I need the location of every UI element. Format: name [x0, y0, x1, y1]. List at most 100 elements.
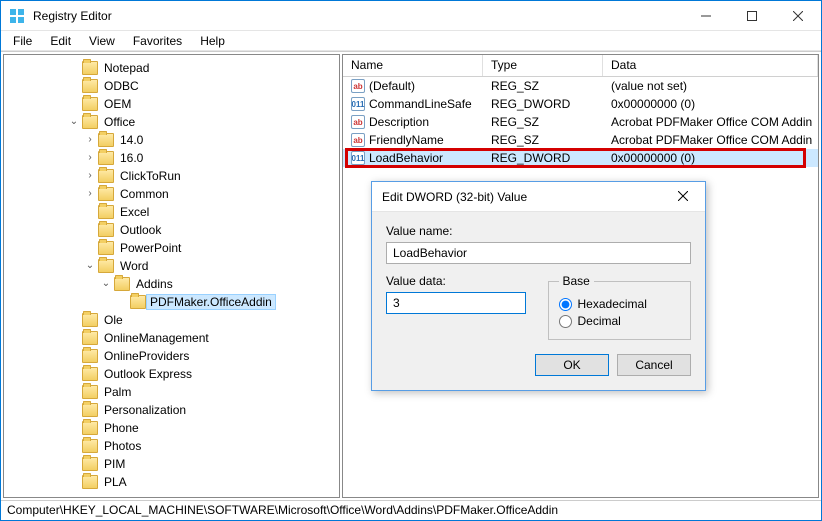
tree-node[interactable]: ›14.0 [4, 131, 339, 149]
value-data: 0x00000000 (0) [603, 97, 818, 111]
window-buttons [683, 1, 821, 30]
menu-help[interactable]: Help [192, 32, 233, 50]
tree-node[interactable]: OEM [4, 95, 339, 113]
tree-pane[interactable]: NotepadODBCOEM⌄Office›14.0›16.0›ClickToR… [3, 54, 340, 498]
folder-icon [82, 331, 98, 345]
value-type: REG_DWORD [483, 97, 603, 111]
menu-edit[interactable]: Edit [42, 32, 79, 50]
menu-view[interactable]: View [81, 32, 123, 50]
value-name: (Default) [369, 79, 415, 93]
list-row[interactable]: 011CommandLineSafeREG_DWORD0x00000000 (0… [343, 95, 818, 113]
menu-file[interactable]: File [5, 32, 40, 50]
chevron-right-icon[interactable]: › [84, 170, 96, 182]
valuedata-label: Value data: [386, 274, 530, 288]
dialog-close-button[interactable] [671, 190, 695, 204]
cancel-button[interactable]: Cancel [617, 354, 691, 376]
tree-node[interactable]: OnlineManagement [4, 329, 339, 347]
value-data: Acrobat PDFMaker Office COM Addin [603, 115, 818, 129]
menu-favorites[interactable]: Favorites [125, 32, 190, 50]
tree-node[interactable]: Palm [4, 383, 339, 401]
tree-node[interactable]: PDFMaker.OfficeAddin [4, 293, 339, 311]
folder-icon [82, 385, 98, 399]
tree-node[interactable]: ODBC [4, 77, 339, 95]
titlebar: Registry Editor [1, 1, 821, 31]
column-headers[interactable]: Name Type Data [343, 55, 818, 77]
value-name: FriendlyName [369, 133, 444, 147]
chevron-right-icon[interactable]: › [84, 134, 96, 146]
tree-node[interactable]: Outlook [4, 221, 339, 239]
tree-node[interactable]: ›Common [4, 185, 339, 203]
tree-node-label: Ole [102, 313, 125, 327]
tree-node[interactable]: ›16.0 [4, 149, 339, 167]
chevron-down-icon[interactable]: ⌄ [68, 116, 80, 128]
tree-node-label: ClickToRun [118, 169, 183, 183]
folder-icon [82, 115, 98, 129]
tree-node[interactable]: ⌄Office [4, 113, 339, 131]
chevron-right-icon[interactable]: › [84, 152, 96, 164]
tree-node[interactable]: Outlook Express [4, 365, 339, 383]
tree-node[interactable]: PIM [4, 455, 339, 473]
folder-icon [98, 205, 114, 219]
tree-node[interactable]: Notepad [4, 59, 339, 77]
tree-node-label: Palm [102, 385, 133, 399]
list-row[interactable]: ab(Default)REG_SZ(value not set) [343, 77, 818, 95]
dialog-title: Edit DWORD (32-bit) Value [382, 190, 671, 204]
tree-node-label: Phone [102, 421, 141, 435]
tree-node-label: PIM [102, 457, 127, 471]
folder-icon [82, 61, 98, 75]
tree-node[interactable]: PowerPoint [4, 239, 339, 257]
chevron-down-icon[interactable]: ⌄ [84, 260, 96, 272]
valuename-label: Value name: [386, 224, 691, 238]
tree-node[interactable]: PLA [4, 473, 339, 491]
radio-hexadecimal-input[interactable] [559, 298, 572, 311]
list-row[interactable]: 011LoadBehaviorREG_DWORD0x00000000 (0) [343, 149, 818, 167]
tree-node-label: OnlineManagement [102, 331, 211, 345]
tree-node[interactable]: Personalization [4, 401, 339, 419]
value-data: (value not set) [603, 79, 818, 93]
valuedata-input[interactable] [386, 292, 526, 314]
window-title: Registry Editor [33, 9, 683, 23]
folder-icon [98, 151, 114, 165]
value-name: Description [369, 115, 429, 129]
folder-icon [82, 403, 98, 417]
radio-hexadecimal[interactable]: Hexadecimal [559, 297, 681, 311]
folder-icon [82, 439, 98, 453]
list-row[interactable]: ab Description REG_SZAcrobat PDFMaker Offi… [343, 113, 818, 131]
col-data[interactable]: Data [603, 55, 818, 76]
folder-icon [114, 277, 130, 291]
folder-icon [82, 421, 98, 435]
tree-node[interactable]: Ole [4, 311, 339, 329]
list-row[interactable]: abFriendlyNameREG_SZAcrobat PDFMaker Off… [343, 131, 818, 149]
tree-node[interactable]: ⌄ Word [4, 257, 339, 275]
base-group: Base Hexadecimal Decimal [548, 274, 692, 340]
tree-node-label: Outlook Express [102, 367, 194, 381]
radio-decimal-input[interactable] [559, 315, 572, 328]
string-value-icon: ab [351, 133, 365, 147]
chevron-down-icon[interactable]: ⌄ [100, 278, 112, 290]
folder-icon [82, 313, 98, 327]
value-type: REG_SZ [483, 115, 603, 129]
tree-node-label: PowerPoint [118, 241, 183, 255]
value-data: 0x00000000 (0) [603, 151, 818, 165]
tree-node[interactable]: Photos [4, 437, 339, 455]
close-button[interactable] [775, 1, 821, 30]
minimize-button[interactable] [683, 1, 729, 30]
maximize-button[interactable] [729, 1, 775, 30]
tree-node-label: Word [118, 259, 150, 273]
folder-icon [98, 187, 114, 201]
tree-node-label: Notepad [102, 61, 151, 75]
tree-node[interactable]: OnlineProviders [4, 347, 339, 365]
tree-node[interactable]: › ClickToRun [4, 167, 339, 185]
folder-icon [98, 169, 114, 183]
col-name[interactable]: Name [343, 55, 483, 76]
tree-node[interactable]: Phone [4, 419, 339, 437]
folder-icon [82, 367, 98, 381]
radio-decimal[interactable]: Decimal [559, 314, 681, 328]
tree-node[interactable]: ⌄Addins [4, 275, 339, 293]
chevron-right-icon[interactable]: › [84, 188, 96, 200]
string-value-icon: ab [351, 115, 365, 129]
ok-button[interactable]: OK [535, 354, 609, 376]
tree-node[interactable]: Excel [4, 203, 339, 221]
value-name: LoadBehavior [369, 151, 443, 165]
col-type[interactable]: Type [483, 55, 603, 76]
